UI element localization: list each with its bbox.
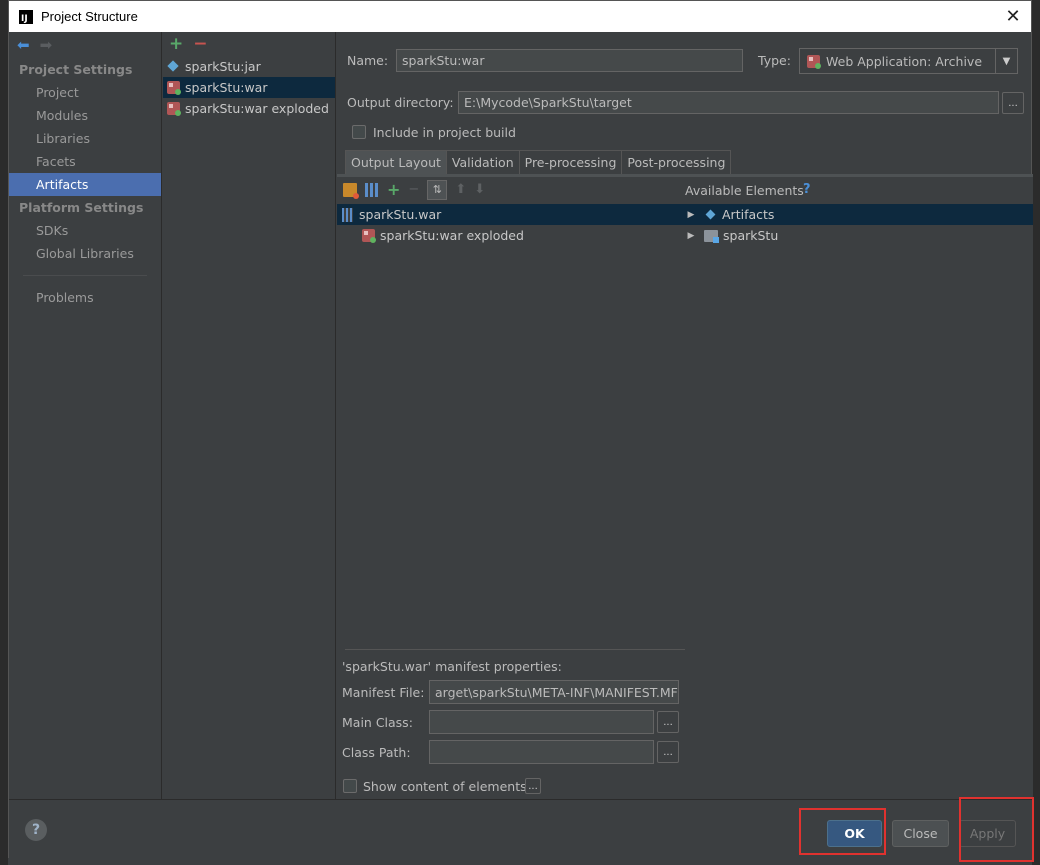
background-app-right: [1032, 0, 1040, 865]
main-class-label: Main Class:: [342, 715, 413, 730]
available-item-label: Artifacts: [722, 207, 775, 222]
tab-output-layout[interactable]: Output Layout: [345, 150, 447, 174]
show-content-checkbox[interactable]: [343, 779, 357, 793]
war-exploded-artifact-icon: [167, 102, 181, 116]
create-directory-icon[interactable]: [343, 182, 359, 199]
browse-output-button[interactable]: ...: [1002, 92, 1024, 114]
nav-item-project[interactable]: Project: [9, 81, 161, 104]
dropdown-arrow-icon[interactable]: ▼: [995, 49, 1017, 73]
archive-icon: [342, 207, 353, 222]
layout-toolbar: + − ⇅ ⬆ ⬇: [337, 177, 682, 202]
add-element-icon[interactable]: +: [387, 181, 400, 198]
tree-item-root[interactable]: sparkStu.war: [337, 204, 682, 225]
output-layout-tree: sparkStu.war sparkStu:war exploded: [337, 204, 682, 246]
jar-artifact-icon: [167, 60, 180, 73]
manifest-divider: [345, 649, 685, 650]
manifest-properties: 'sparkStu.war' manifest properties: Mani…: [337, 649, 685, 799]
include-in-build-checkbox[interactable]: [352, 125, 366, 139]
available-item-label: sparkStu: [723, 228, 779, 243]
remove-element-icon[interactable]: −: [408, 182, 419, 197]
artifact-list-toolbar: + −: [163, 32, 335, 56]
create-archive-icon[interactable]: [365, 182, 379, 197]
nav-item-facets[interactable]: Facets: [9, 150, 161, 173]
artifact-tabs: Output Layout Validation Pre-processing …: [345, 150, 732, 174]
add-artifact-icon[interactable]: +: [169, 35, 183, 53]
output-directory-input[interactable]: E:\Mycode\SparkStu\target: [458, 91, 999, 114]
module-folder-icon: [704, 229, 719, 243]
project-structure-dialog: IJ Project Structure ✕ ⬅ ➡ Project Setti…: [8, 0, 1033, 859]
nav-item-global-libraries[interactable]: Global Libraries: [9, 242, 161, 265]
window-title: Project Structure: [41, 9, 138, 24]
ok-button[interactable]: OK: [827, 820, 882, 847]
nav-item-modules[interactable]: Modules: [9, 104, 161, 127]
artifact-item-war[interactable]: sparkStu:war: [163, 77, 335, 98]
artifact-editor: Name: sparkStu:war Type: Web Application…: [337, 32, 1033, 799]
tree-item-child[interactable]: sparkStu:war exploded: [337, 225, 682, 246]
artifacts-icon: [704, 208, 717, 221]
main-class-input[interactable]: [429, 710, 654, 734]
browse-main-class-button[interactable]: ...: [657, 711, 679, 733]
nav-header-platform-settings: Platform Settings: [19, 200, 144, 215]
available-item-artifacts[interactable]: ▶ Artifacts: [682, 204, 1033, 225]
type-label: Type:: [758, 53, 791, 68]
show-content-label: Show content of elements: [363, 779, 527, 794]
move-up-icon[interactable]: ⬆: [455, 182, 466, 197]
sort-elements-icon[interactable]: ⇅: [427, 179, 448, 200]
output-directory-label: Output directory:: [347, 95, 454, 110]
settings-nav: ⬅ ➡ Project Settings Project Modules Lib…: [9, 32, 162, 799]
forward-arrow-icon[interactable]: ➡: [40, 37, 53, 53]
background-app-left: [0, 0, 8, 865]
nav-item-problems[interactable]: Problems: [9, 286, 161, 309]
close-button[interactable]: Close: [892, 820, 949, 847]
move-down-icon[interactable]: ⬇: [474, 182, 485, 197]
manifest-title: 'sparkStu.war' manifest properties:: [342, 659, 562, 674]
tree-item-label: sparkStu.war: [359, 207, 442, 222]
available-elements-tree: ▶ Artifacts ▶ sparkStu: [682, 204, 1033, 246]
class-path-label: Class Path:: [342, 745, 411, 760]
tab-post-processing[interactable]: Post-processing: [621, 150, 732, 174]
artifact-label: sparkStu:war: [185, 80, 268, 95]
nav-history: ⬅ ➡: [9, 32, 161, 58]
apply-button[interactable]: Apply: [959, 820, 1016, 847]
available-item-module[interactable]: ▶ sparkStu: [682, 225, 1033, 246]
back-arrow-icon[interactable]: ⬅: [17, 37, 30, 53]
tree-item-label: sparkStu:war exploded: [380, 228, 524, 243]
artifact-label: sparkStu:jar: [185, 59, 261, 74]
name-input[interactable]: sparkStu:war: [396, 49, 743, 72]
artifact-item-jar[interactable]: sparkStu:jar: [163, 56, 335, 77]
war-exploded-icon: [362, 229, 376, 243]
title-bar: IJ Project Structure ✕: [9, 1, 1031, 32]
type-value: Web Application: Archive: [826, 53, 983, 69]
browse-class-path-button[interactable]: ...: [657, 741, 679, 763]
artifact-item-war-exploded[interactable]: sparkStu:war exploded: [163, 98, 335, 119]
manifest-file-label: Manifest File:: [342, 685, 425, 700]
nav-divider: [23, 275, 147, 276]
manifest-file-input[interactable]: arget\sparkStu\META-INF\MANIFEST.MF: [429, 680, 679, 704]
class-path-input[interactable]: [429, 740, 654, 764]
expand-arrow-icon[interactable]: ▶: [684, 231, 698, 241]
nav-item-sdks[interactable]: SDKs: [9, 219, 161, 242]
available-elements-title: Available Elements: [685, 183, 804, 198]
available-elements-help-icon[interactable]: ?: [803, 182, 811, 197]
remove-artifact-icon[interactable]: −: [193, 35, 207, 53]
artifact-label: sparkStu:war exploded: [185, 101, 329, 116]
include-in-build-label: Include in project build: [373, 125, 516, 140]
expand-arrow-icon[interactable]: ▶: [684, 210, 698, 220]
dialog-button-bar: ? OK Close Apply: [9, 799, 1033, 859]
name-label: Name:: [347, 53, 389, 68]
artifact-list-panel: + − sparkStu:jar sparkStu:war sparkStu:w…: [163, 32, 336, 799]
show-content-options-button[interactable]: ...: [525, 778, 541, 794]
intellij-app-icon: IJ: [19, 9, 33, 24]
close-window-icon[interactable]: ✕: [1003, 6, 1023, 27]
nav-item-artifacts[interactable]: Artifacts: [9, 173, 161, 196]
tab-validation[interactable]: Validation: [445, 150, 520, 174]
type-dropdown[interactable]: Web Application: Archive ▼: [799, 48, 1018, 74]
tab-pre-processing[interactable]: Pre-processing: [518, 150, 623, 174]
web-archive-icon: [807, 55, 821, 69]
help-icon[interactable]: ?: [25, 819, 47, 841]
output-layout-area: + − ⇅ ⬆ ⬇ Available Elements ? sparkStu.…: [337, 177, 1033, 799]
nav-header-project-settings: Project Settings: [19, 62, 133, 77]
nav-item-libraries[interactable]: Libraries: [9, 127, 161, 150]
war-artifact-icon: [167, 81, 181, 95]
